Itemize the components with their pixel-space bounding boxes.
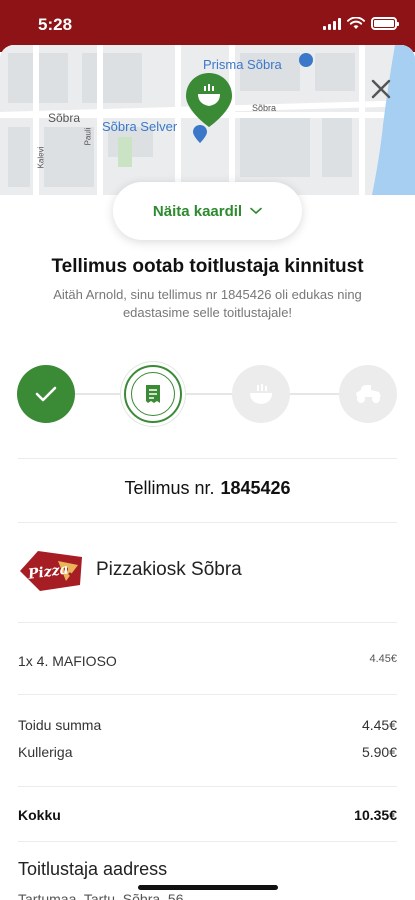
divider (18, 786, 397, 787)
courier-value: 5.90€ (361, 744, 397, 760)
progress-line (48, 393, 367, 395)
show-on-map-button[interactable]: Näita kaardil (113, 182, 302, 240)
battery-icon (371, 17, 399, 30)
page-title: Tellimus ootab toitlustaja kinnitust (51, 256, 364, 277)
restaurant-logo: Pizza (20, 551, 82, 591)
close-icon[interactable] (367, 75, 395, 103)
order-number-label: Tellimus nr. (124, 478, 215, 498)
courier-label: Kulleriga (18, 744, 73, 760)
food-sum-row: Toidu summa 4.45€ (18, 717, 397, 733)
status-icons (323, 17, 399, 30)
restaurant-address-value: Tartumaa, Tartu, Sõbra, 56 (18, 891, 184, 900)
wifi-icon (347, 17, 365, 29)
total-value: 10.35€ (354, 807, 397, 823)
total-label: Kokku (18, 807, 61, 823)
home-indicator[interactable] (138, 885, 278, 890)
order-number: Tellimus nr. 1845426 (0, 478, 415, 499)
order-item-price: 4.45€ (369, 653, 397, 665)
map-view[interactable]: Prisma Sõbra Sõbra Selver Sõbra Sõbra Ka… (0, 45, 415, 195)
total-row: Kokku 10.35€ (18, 807, 397, 823)
step-delivering (339, 365, 397, 423)
order-status-sheet: Prisma Sõbra Sõbra Selver Sõbra Sõbra Ka… (0, 45, 415, 900)
status-time: 5:28 (38, 15, 73, 34)
divider (18, 694, 397, 695)
map-poi-prisma: Prisma Sõbra (203, 57, 282, 72)
courier-row: Kulleriga 5.90€ (18, 744, 397, 760)
restaurant-info: Pizza Pizzakiosk Sõbra (18, 545, 242, 595)
step-waiting-restaurant (124, 365, 182, 423)
check-icon (35, 386, 57, 402)
map-street-sobra-2: Sõbra (252, 103, 277, 113)
restaurant-name: Pizzakiosk Sõbra (96, 559, 242, 580)
food-sum-value: 4.45€ (361, 717, 397, 733)
restaurant-map-pin-icon (186, 73, 232, 127)
order-item-row: 1x 4. MAFIOSO 4.45€ (18, 653, 397, 669)
food-sum-label: Toidu summa (18, 717, 102, 733)
restaurant-address-title: Toitlustaja aadress (18, 859, 168, 879)
divider (18, 522, 397, 523)
divider (18, 458, 397, 459)
receipt-icon (146, 385, 160, 403)
order-progress (0, 363, 415, 425)
bowl-icon (250, 384, 272, 404)
step-preparing (232, 365, 290, 423)
signal-icon (323, 17, 341, 30)
map-street-kalevi: Kalevi (36, 146, 46, 169)
chevron-down-icon (250, 207, 262, 215)
divider (18, 841, 397, 842)
scooter-icon (356, 385, 381, 403)
map-street-pauli: Pauli (83, 127, 93, 146)
map-street-sobra: Sõbra (48, 111, 81, 125)
step-confirmed (17, 365, 75, 423)
order-number-value: 1845426 (220, 478, 291, 498)
divider (18, 622, 397, 623)
order-item-label: 1x 4. MAFIOSO (18, 653, 117, 669)
map-poi-selver: Sõbra Selver (102, 119, 178, 134)
show-on-map-label: Näita kaardil (152, 202, 243, 220)
page-subtitle: Aitäh Arnold, sinu tellimus nr 1845426 o… (53, 287, 362, 320)
